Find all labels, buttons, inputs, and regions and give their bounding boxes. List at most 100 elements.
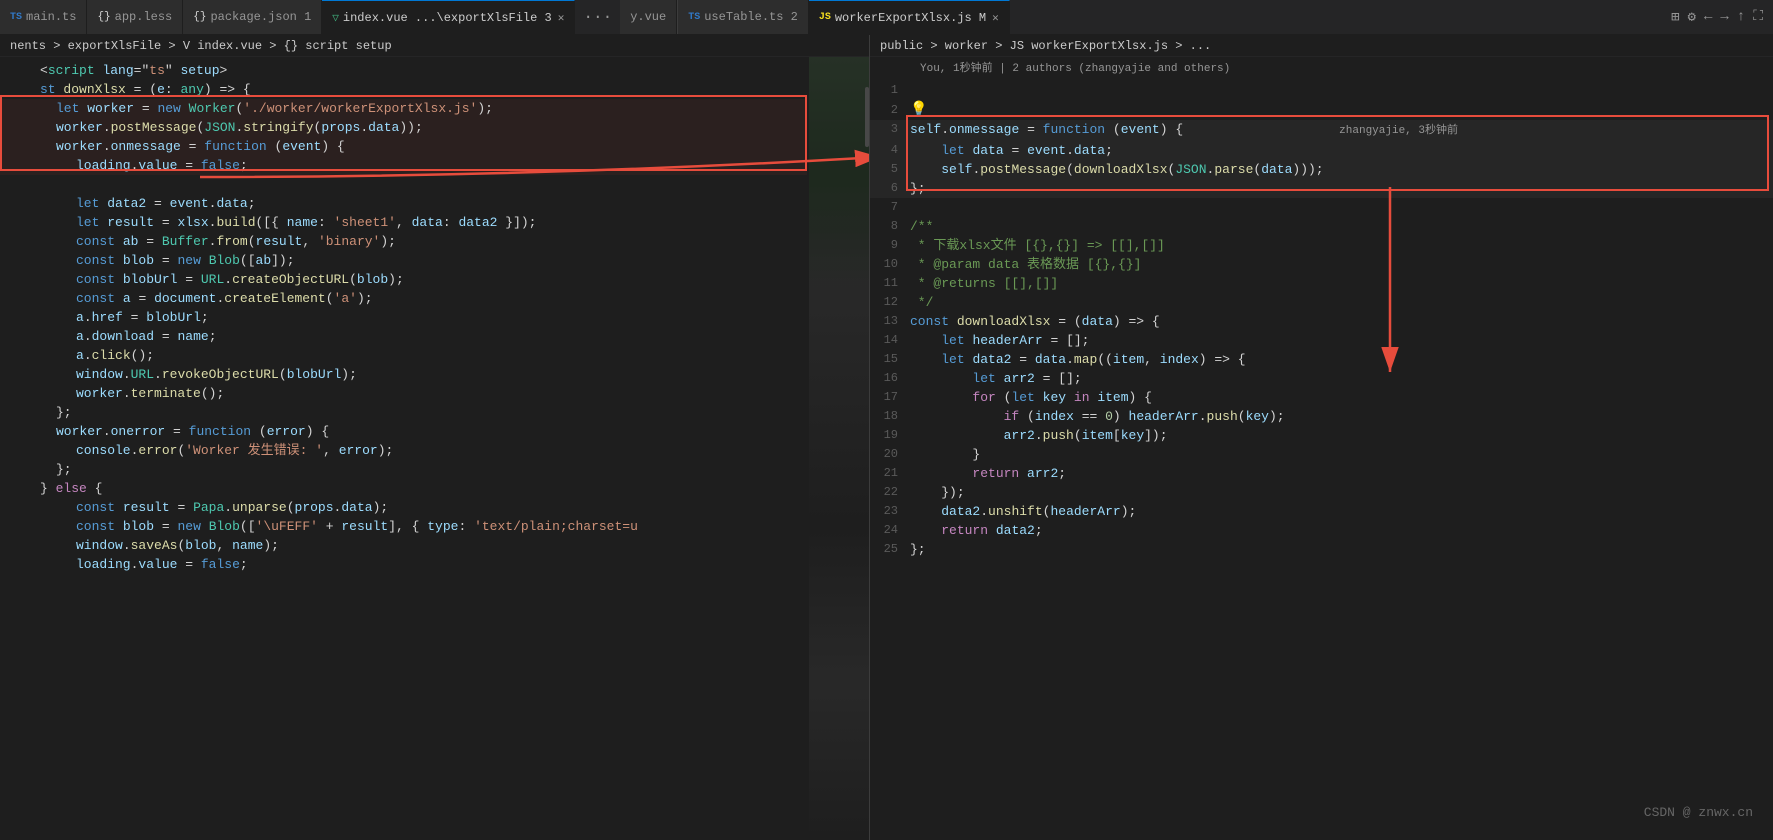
line-content: window.saveAs(blob, name);: [36, 536, 807, 555]
line-content-r11: * @returns [[],[]]: [906, 274, 1773, 293]
line-content: };: [36, 403, 807, 422]
code-line: let data2 = event.data;: [0, 194, 807, 213]
tab-main-ts[interactable]: TS main.ts: [0, 0, 87, 34]
line-content-r18: if (index == 0) headerArr.push(key);: [906, 407, 1773, 426]
line-content: const blob = new Blob(['\uFEFF' + result…: [36, 517, 807, 536]
line-content: const ab = Buffer.from(result, 'binary')…: [36, 232, 807, 251]
line-num-r5: 5: [870, 160, 906, 179]
left-tabs: TS main.ts {} app.less {} package.json 1…: [0, 0, 678, 34]
line-num-r11: 11: [870, 274, 906, 293]
code-line: const blob = new Blob([ab]);: [0, 251, 807, 270]
line-content-r9: * 下载xlsx文件 [{},{}] => [[],[]]: [906, 236, 1773, 255]
close-tab-index-vue[interactable]: ✕: [558, 11, 565, 25]
right-code-area[interactable]: 1 2 💡 3 self.onmessage = function (event…: [870, 77, 1773, 840]
forward-icon[interactable]: →: [1720, 9, 1728, 25]
line-num: [0, 194, 36, 213]
code-line-r7: 7: [870, 198, 1773, 217]
code-line: window.URL.revokeObjectURL(blobUrl);: [0, 365, 807, 384]
code-line: console.error('Worker 发生错误: ', error);: [0, 441, 807, 460]
code-line: loading.value = false;: [0, 555, 807, 574]
cloud-icon[interactable]: ↑: [1737, 9, 1745, 25]
tab-worker-export[interactable]: JS workerExportXlsx.js M ✕: [809, 0, 1010, 34]
code-line-r10: 10 * @param data 表格数据 [{},{}]: [870, 255, 1773, 274]
line-content-r5: self.postMessage(downloadXlsx(JSON.parse…: [906, 160, 1773, 179]
tab-index-vue-label: index.vue ...\exportXlsFile 3: [343, 11, 552, 25]
watermark: CSDN @ znwx.cn: [1644, 805, 1753, 820]
right-tabs: TS useTable.ts 2 JS workerExportXlsx.js …: [678, 0, 1010, 34]
left-code-area[interactable]: <script lang="ts" setup> st downXlsx = (…: [0, 57, 869, 840]
code-line-r6: 6 };: [870, 179, 1773, 198]
line-content-r19: arr2.push(item[key]);: [906, 426, 1773, 445]
line-content: worker.postMessage(JSON.stringify(props.…: [36, 118, 807, 137]
editor-top-right-icons: ⊞ ⚙ ← → ↑ ⛶: [1671, 0, 1773, 34]
code-line: <script lang="ts" setup>: [0, 61, 807, 80]
ts-icon-right: TS: [688, 12, 700, 23]
line-num: [0, 441, 36, 460]
tab-usetable[interactable]: TS useTable.ts 2: [678, 0, 809, 34]
line-content: [36, 175, 807, 194]
code-line: worker.postMessage(JSON.stringify(props.…: [0, 118, 807, 137]
less-icon: {}: [97, 11, 110, 23]
line-content-r15: let data2 = data.map((item, index) => {: [906, 350, 1773, 369]
line-num: [0, 555, 36, 574]
line-content-r1: [906, 81, 1773, 100]
line-num-r7: 7: [870, 198, 906, 217]
line-num: [0, 156, 36, 175]
line-content: let data2 = event.data;: [36, 194, 807, 213]
settings-icon[interactable]: ⚙: [1688, 9, 1696, 26]
line-num: [0, 61, 36, 80]
code-line: const blob = new Blob(['\uFEFF' + result…: [0, 517, 807, 536]
line-content-r24: return data2;: [906, 521, 1773, 540]
left-lines: <script lang="ts" setup> st downXlsx = (…: [0, 57, 869, 574]
code-line: worker.onmessage = function (event) {: [0, 137, 807, 156]
line-num-r23: 23: [870, 502, 906, 521]
line-num-r9: 9: [870, 236, 906, 255]
right-breadcrumb: public > worker > JS workerExportXlsx.js…: [870, 35, 1773, 57]
tab-y-vue-label: y.vue: [630, 10, 666, 24]
line-content: console.error('Worker 发生错误: ', error);: [36, 441, 807, 460]
tab-index-vue[interactable]: ▽ index.vue ...\exportXlsFile 3 ✕: [322, 0, 575, 34]
close-tab-worker[interactable]: ✕: [992, 11, 999, 25]
line-num: [0, 137, 36, 156]
tab-app-less[interactable]: {} app.less: [87, 0, 183, 34]
line-num-r4: 4: [870, 141, 906, 160]
line-content-r23: data2.unshift(headerArr);: [906, 502, 1773, 521]
line-content-r13: const downloadXlsx = (data) => {: [906, 312, 1773, 331]
tab-package-json-label: package.json 1: [210, 10, 311, 24]
more-icon: ···: [583, 8, 612, 26]
tab-worker-export-label: workerExportXlsx.js M: [835, 11, 986, 25]
line-num: [0, 270, 36, 289]
line-num: [0, 517, 36, 536]
fullscreen-icon[interactable]: ⛶: [1753, 9, 1763, 25]
line-content: worker.terminate();: [36, 384, 807, 403]
code-line-r3: 3 self.onmessage = function (event) { zh…: [870, 120, 1773, 141]
code-line: const ab = Buffer.from(result, 'binary')…: [0, 232, 807, 251]
line-content-r7: [906, 198, 1773, 217]
line-content-r2: 💡: [906, 100, 1773, 120]
line-content: worker.onerror = function (error) {: [36, 422, 807, 441]
blame-bar: You, 1秒钟前 | 2 authors (zhangyajie and ot…: [870, 57, 1773, 77]
line-content: <script lang="ts" setup>: [36, 61, 807, 80]
line-content: const blob = new Blob([ab]);: [36, 251, 807, 270]
code-line-r22: 22 });: [870, 483, 1773, 502]
code-line-r23: 23 data2.unshift(headerArr);: [870, 502, 1773, 521]
code-line-r9: 9 * 下载xlsx文件 [{},{}] => [[],[]]: [870, 236, 1773, 255]
line-num-r1: 1: [870, 81, 906, 100]
back-icon[interactable]: ←: [1704, 9, 1712, 25]
split-editor-icon[interactable]: ⊞: [1671, 9, 1679, 26]
line-content: } else {: [36, 479, 807, 498]
line-content: };: [36, 460, 807, 479]
tab-y-vue[interactable]: y.vue: [620, 0, 677, 34]
code-line-r21: 21 return arr2;: [870, 464, 1773, 483]
line-content: st downXlsx = (e: any) => {: [36, 80, 807, 99]
line-content: a.download = name;: [36, 327, 807, 346]
code-line: loading.value = false;: [0, 156, 807, 175]
tab-package-json[interactable]: {} package.json 1: [183, 0, 322, 34]
tab-more-btn[interactable]: ···: [575, 0, 620, 34]
line-content-r8: /**: [906, 217, 1773, 236]
right-lines: 1 2 💡 3 self.onmessage = function (event…: [870, 77, 1773, 559]
line-num: [0, 384, 36, 403]
code-line-r16: 16 let arr2 = [];: [870, 369, 1773, 388]
line-num: [0, 422, 36, 441]
code-line-r1: 1: [870, 81, 1773, 100]
